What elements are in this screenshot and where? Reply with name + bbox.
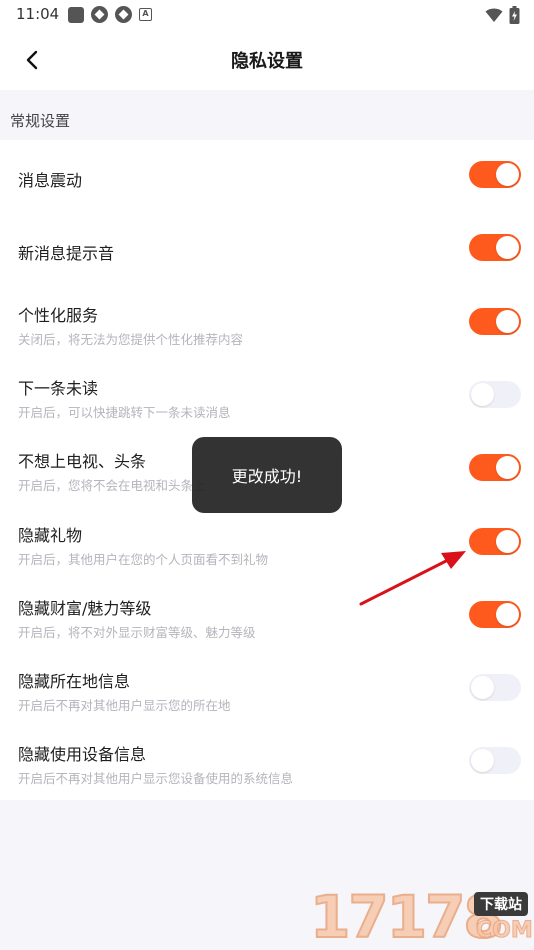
setting-title: 隐藏使用设备信息 <box>18 745 147 764</box>
watermark-digits: 17178 <box>309 883 505 950</box>
toggle-knob <box>496 603 519 626</box>
toggle-switch[interactable] <box>469 234 521 261</box>
setting-next-unread: 下一条未读 开启后，可以快捷跳转下一条未读消息 <box>0 359 534 432</box>
toggle-knob <box>496 236 519 259</box>
toggle-switch[interactable] <box>469 674 521 701</box>
setting-hide-gifts: 隐藏礼物 开启后，其他用户在您的个人页面看不到礼物 <box>0 506 534 579</box>
setting-new-message-sound: 新消息提示音 <box>0 213 534 286</box>
toggle-knob <box>471 676 494 699</box>
toggle-knob <box>496 163 519 186</box>
toggle-switch[interactable] <box>469 308 521 335</box>
wifi-icon <box>485 8 503 22</box>
status-time: 11:04 <box>16 5 60 23</box>
toggle-knob <box>496 530 519 553</box>
setting-description: 开启后，您将不会在电视和头条上 <box>18 478 206 493</box>
setting-hide-device-info: 隐藏使用设备信息 开启后不再对其他用户显示您设备使用的系统信息 <box>0 725 534 798</box>
watermark-badge: 下载站 <box>474 892 528 916</box>
toggle-knob <box>471 749 494 772</box>
setting-title: 新消息提示音 <box>18 244 115 263</box>
setting-title: 消息震动 <box>18 171 83 190</box>
square-icon <box>68 6 84 23</box>
setting-description: 开启后，其他用户在您的个人页面看不到礼物 <box>18 552 269 567</box>
toggle-knob <box>471 383 494 406</box>
setting-title: 隐藏礼物 <box>18 526 83 545</box>
setting-title: 下一条未读 <box>18 379 99 398</box>
setting-message-vibration: 消息震动 <box>0 140 534 213</box>
setting-title: 隐藏所在地信息 <box>18 672 131 691</box>
setting-title: 个性化服务 <box>18 306 99 325</box>
setting-title: 隐藏财富/魅力等级 <box>18 599 152 618</box>
toggle-knob <box>496 456 519 479</box>
setting-title: 不想上电视、头条 <box>18 452 147 471</box>
page-title: 隐私设置 <box>231 51 303 72</box>
status-system-icons <box>485 6 520 24</box>
watermark-suffix: COM <box>476 918 534 944</box>
setting-description: 开启后不再对其他用户显示您的所在地 <box>18 698 231 713</box>
app-header: 隐私设置 <box>0 30 534 90</box>
toggle-switch[interactable] <box>469 381 521 408</box>
toggle-switch[interactable] <box>469 601 521 628</box>
battery-icon <box>509 6 520 24</box>
setting-hide-location: 隐藏所在地信息 开启后不再对其他用户显示您的所在地 <box>0 652 534 725</box>
toggle-knob <box>496 310 519 333</box>
toggle-switch[interactable] <box>469 454 521 481</box>
setting-description: 开启后，将不对外显示财富等级、魅力等级 <box>18 625 256 640</box>
setting-description: 关闭后，将无法为您提供个性化推荐内容 <box>18 332 244 347</box>
setting-description: 开启后不再对其他用户显示您设备使用的系统信息 <box>18 771 294 786</box>
pinwheel-icon <box>91 6 108 23</box>
a-icon: A <box>139 8 152 21</box>
status-bar: 11:04 A <box>0 0 534 30</box>
setting-description: 开启后，可以快捷跳转下一条未读消息 <box>18 405 231 420</box>
setting-personalized-service: 个性化服务 关闭后，将无法为您提供个性化推荐内容 <box>0 286 534 359</box>
setting-hide-wealth-charm-level: 隐藏财富/魅力等级 开启后，将不对外显示财富等级、魅力等级 <box>0 579 534 652</box>
toggle-switch[interactable] <box>469 161 521 188</box>
section-label: 常规设置 <box>10 112 71 130</box>
pinwheel-icon <box>115 6 132 23</box>
toggle-switch[interactable] <box>469 528 521 555</box>
toggle-switch[interactable] <box>469 747 521 774</box>
toast-message: 更改成功! <box>192 437 342 513</box>
watermark-logo: 17178 下载站 COM <box>306 883 534 950</box>
status-notification-icons: A <box>68 6 152 23</box>
